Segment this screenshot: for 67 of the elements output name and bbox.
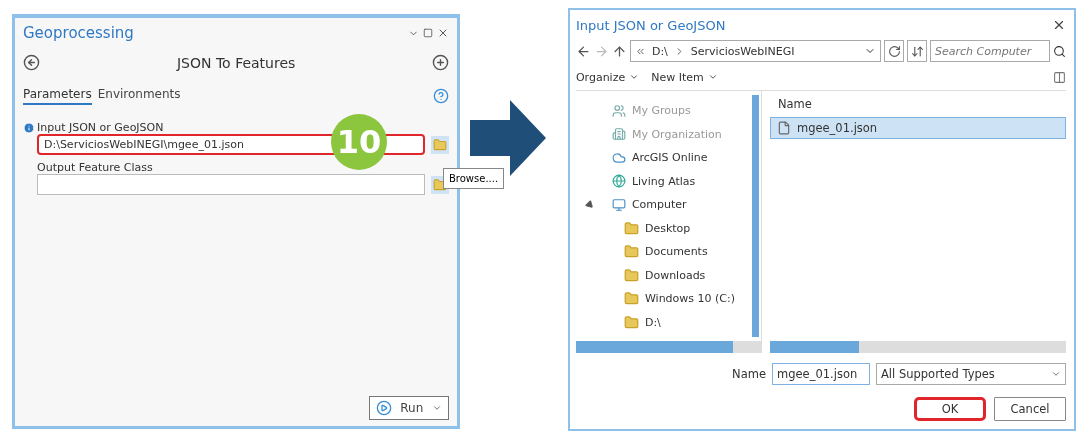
tree-item[interactable]: D:\ xyxy=(575,310,761,334)
tree-item[interactable]: Living Atlas xyxy=(575,169,761,193)
tree-item[interactable]: Computer xyxy=(575,193,761,217)
folder-icon xyxy=(623,291,639,307)
file-row[interactable]: mgee_01.json xyxy=(769,117,1066,139)
expander-icon[interactable] xyxy=(584,199,596,211)
tab[interactable]: Parameters xyxy=(23,87,92,105)
type-dropdown[interactable]: All Supported Types xyxy=(876,363,1066,385)
dialog-button[interactable]: OK xyxy=(914,397,986,421)
parameter-label: Input JSON or GeoJSON xyxy=(37,121,164,134)
refresh-icon xyxy=(887,44,901,58)
dropdown-icon xyxy=(432,403,443,413)
group-icon xyxy=(611,103,626,118)
toolbar-menu[interactable]: Organize xyxy=(575,70,640,84)
help-icon[interactable] xyxy=(433,88,450,104)
scrollbar[interactable] xyxy=(769,341,1066,353)
back-icon[interactable] xyxy=(575,43,591,59)
sort-icon xyxy=(910,44,924,58)
tree-item[interactable]: Desktop xyxy=(575,216,761,240)
tree-item[interactable]: Windows 10 (C:) xyxy=(575,287,761,311)
dropdown-icon xyxy=(629,72,640,82)
back-icon[interactable] xyxy=(23,54,40,71)
refresh-button[interactable] xyxy=(884,40,904,62)
path-field[interactable] xyxy=(37,174,426,195)
monitor-icon xyxy=(611,197,626,212)
up-icon[interactable] xyxy=(611,43,627,59)
name-label: Name xyxy=(732,367,766,381)
tool-title: JSON To Features xyxy=(177,54,296,71)
toolbar-menu[interactable]: New Item xyxy=(651,70,718,84)
close-icon[interactable] xyxy=(1052,18,1066,32)
building-icon xyxy=(611,127,626,142)
panel-title: Geoprocessing xyxy=(23,24,134,42)
file-icon xyxy=(776,121,791,135)
folder-icon xyxy=(623,244,639,260)
globe-icon xyxy=(611,174,626,189)
dropdown-icon xyxy=(1051,369,1061,379)
breadcrumb-item[interactable]: D:\ xyxy=(651,44,668,58)
tree-item[interactable]: Documents xyxy=(575,240,761,264)
search-field[interactable]: Search Computer xyxy=(930,40,1050,62)
add-icon[interactable] xyxy=(432,54,450,71)
folder-icon xyxy=(623,267,639,283)
cloud-icon xyxy=(611,150,626,165)
view-icon[interactable] xyxy=(1053,70,1066,84)
maximize-icon[interactable] xyxy=(423,28,434,38)
address-bar[interactable]: D:\ ServiciosWebINEGI xyxy=(629,40,881,62)
column-header[interactable]: Name xyxy=(769,97,1066,111)
dialog-title: Input JSON or GeoJSON xyxy=(575,17,726,33)
tooltip: Browse.... xyxy=(443,168,505,189)
folder-icon xyxy=(623,314,639,330)
search-icon[interactable] xyxy=(1053,44,1066,58)
name-field[interactable]: mgee_01.json xyxy=(772,363,870,385)
browse-button[interactable] xyxy=(431,135,450,154)
scrollbar[interactable] xyxy=(575,341,761,353)
step-badge: 10 xyxy=(331,114,387,170)
tab[interactable]: Environments xyxy=(97,87,181,105)
play-icon xyxy=(376,400,393,416)
dialog-button[interactable]: Cancel xyxy=(994,397,1066,421)
sort-button[interactable] xyxy=(907,40,927,62)
dropdown-icon xyxy=(707,72,718,82)
tree-item[interactable]: Downloads xyxy=(575,263,761,287)
run-button[interactable]: Run xyxy=(369,396,450,420)
folder-icon xyxy=(623,220,639,236)
scrollbar[interactable] xyxy=(751,95,759,337)
breadcrumb-item[interactable]: ServiciosWebINEGI xyxy=(690,44,795,58)
tree-item[interactable]: ArcGIS Online xyxy=(575,146,761,170)
info-icon xyxy=(23,121,35,134)
parameter-label: Output Feature Class xyxy=(37,161,153,174)
